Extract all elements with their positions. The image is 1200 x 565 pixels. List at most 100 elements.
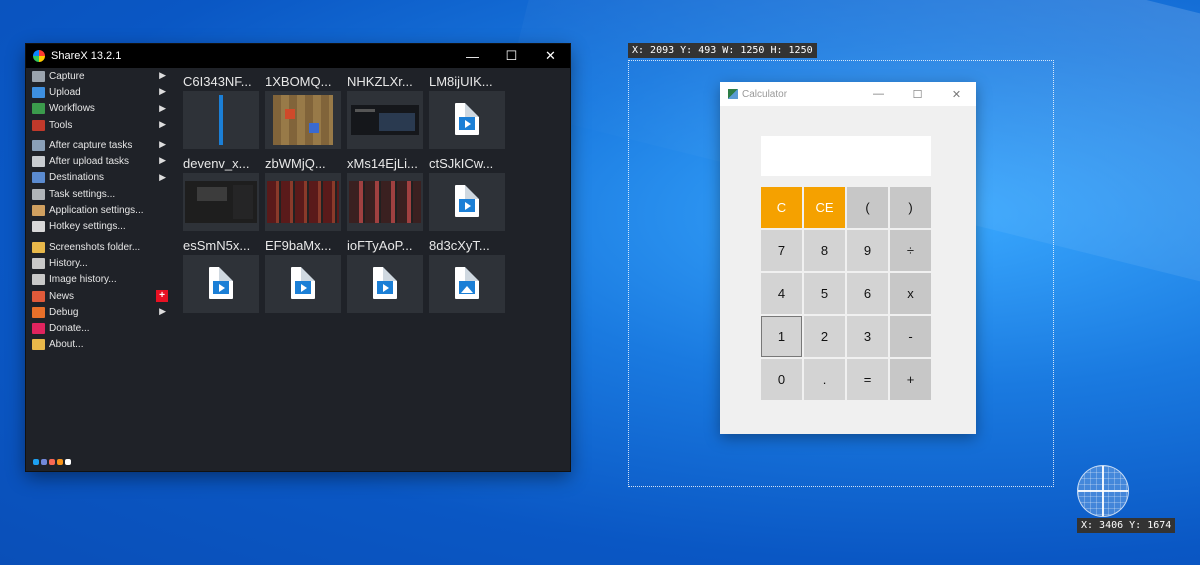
- calculator-window: Calculator — ☐ ✕ C CE() 7 8 9 ÷ 4 5 6 x 1 2 3- 0. = +: [720, 82, 976, 434]
- calc-key[interactable]: ÷: [890, 230, 931, 271]
- calc-key[interactable]: CE: [804, 187, 845, 228]
- calc-key[interactable]: 9: [847, 230, 888, 271]
- maximize-button[interactable]: ☐: [492, 44, 531, 68]
- thumbnail-preview[interactable]: [265, 173, 341, 231]
- workflows-grid-icon: [32, 103, 45, 115]
- thumbnail-preview[interactable]: [347, 255, 423, 313]
- history-thumbnail[interactable]: ioFTyAoP...: [347, 236, 423, 313]
- menu-item-after-upload-tasks[interactable]: After upload tasks ▶: [26, 153, 176, 169]
- history-thumbnail[interactable]: EF9baMx...: [265, 236, 341, 313]
- menu-item-hotkey-settings[interactable]: Hotkey settings...: [26, 219, 176, 235]
- thumbnail-preview[interactable]: [347, 91, 423, 149]
- history-thumbnail[interactable]: LM8ijUIK...: [429, 72, 505, 149]
- calc-key[interactable]: C: [761, 187, 802, 228]
- thumbnail-preview[interactable]: [265, 91, 341, 149]
- menu-item-news[interactable]: News +: [26, 288, 176, 304]
- history-thumbnail[interactable]: devenv_x...: [183, 154, 259, 231]
- calc-key[interactable]: 3: [847, 316, 888, 357]
- patreon-icon[interactable]: [49, 459, 55, 465]
- history-thumbnail[interactable]: 8d3cXyT...: [429, 236, 505, 313]
- twitter-icon[interactable]: [33, 459, 39, 465]
- minimize-button[interactable]: —: [453, 44, 492, 68]
- thumbnail-preview[interactable]: [347, 173, 423, 231]
- menu-item-history[interactable]: History...: [26, 255, 176, 271]
- task-settings-gear-icon: [32, 188, 45, 200]
- menu-item-label: After upload tasks: [49, 156, 130, 168]
- upload-arrow-icon: [32, 86, 45, 98]
- calc-key[interactable]: 6: [847, 273, 888, 314]
- menu-item-screenshots-folder[interactable]: Screenshots folder...: [26, 239, 176, 255]
- calc-minimize-button[interactable]: —: [859, 88, 898, 101]
- history-thumbnail[interactable]: C6I343NF...: [183, 72, 259, 149]
- menu-item-label: Tools: [49, 119, 73, 131]
- menu-item-label: Workflows: [49, 103, 95, 115]
- menu-item-after-capture-tasks[interactable]: After capture tasks ▶: [26, 137, 176, 153]
- close-button[interactable]: ✕: [531, 44, 570, 68]
- thumbnail-filename: 8d3cXyT...: [429, 238, 490, 253]
- menu-item-tools[interactable]: Tools ▶: [26, 117, 176, 133]
- submenu-arrow-icon: ▶: [159, 118, 166, 129]
- sharex-title-bar[interactable]: ShareX 13.2.1 — ☐ ✕: [26, 44, 570, 68]
- history-thumbnail[interactable]: xMs14EjLi...: [347, 154, 423, 231]
- history-thumbnail[interactable]: ctSJkICw...: [429, 154, 505, 231]
- submenu-arrow-icon: ▶: [159, 86, 166, 97]
- calc-key[interactable]: 7: [761, 230, 802, 271]
- thumbnail-preview[interactable]: [429, 255, 505, 313]
- thumbnail-preview[interactable]: [429, 91, 505, 149]
- menu-item-donate[interactable]: Donate...: [26, 320, 176, 336]
- menu-item-workflows[interactable]: Workflows ▶: [26, 101, 176, 117]
- discord-icon[interactable]: [41, 459, 47, 465]
- history-thumbnail[interactable]: 1XBOMQ...: [265, 72, 341, 149]
- after-capture-icon: [32, 139, 45, 151]
- menu-item-image-history[interactable]: Image history...: [26, 272, 176, 288]
- calc-key[interactable]: 2: [804, 316, 845, 357]
- menu-item-capture[interactable]: Capture ▶: [26, 68, 176, 84]
- menu-item-debug[interactable]: Debug ▶: [26, 304, 176, 320]
- menu-item-label: Screenshots folder...: [49, 241, 141, 253]
- calculator-app-icon: [728, 89, 738, 99]
- history-thumbnail[interactable]: zbWMjQ...: [265, 154, 341, 231]
- calc-key[interactable]: x: [890, 273, 931, 314]
- calc-key[interactable]: 1: [761, 316, 802, 357]
- calc-key[interactable]: +: [890, 359, 931, 400]
- menu-item-label: Capture: [49, 70, 85, 82]
- menu-item-application-settings[interactable]: Application settings...: [26, 202, 176, 218]
- calculator-title-bar[interactable]: Calculator — ☐ ✕: [720, 82, 976, 106]
- crown-icon: [32, 339, 45, 351]
- menu-item-about[interactable]: About...: [26, 337, 176, 353]
- thumbnail-preview[interactable]: [429, 173, 505, 231]
- menu-item-upload[interactable]: Upload ▶: [26, 84, 176, 100]
- github-icon[interactable]: [65, 459, 71, 465]
- bitcoin-icon[interactable]: [57, 459, 63, 465]
- megaphone-icon: [32, 290, 45, 302]
- calc-key[interactable]: .: [804, 359, 845, 400]
- history-thumbnail[interactable]: esSmN5x...: [183, 236, 259, 313]
- calc-close-button[interactable]: ✕: [937, 88, 976, 101]
- history-thumbnail[interactable]: NHKZLXr...: [347, 72, 423, 149]
- menu-item-destinations[interactable]: Destinations ▶: [26, 170, 176, 186]
- menu-item-task-settings[interactable]: Task settings...: [26, 186, 176, 202]
- menu-item-label: Hotkey settings...: [49, 221, 126, 233]
- calc-key[interactable]: 0: [761, 359, 802, 400]
- calc-key[interactable]: (: [847, 187, 888, 228]
- calc-key[interactable]: -: [890, 316, 931, 357]
- calc-key[interactable]: 4: [761, 273, 802, 314]
- cloud-icon: [32, 156, 45, 168]
- calc-key[interactable]: ): [890, 187, 931, 228]
- calc-key[interactable]: =: [847, 359, 888, 400]
- thumbnail-preview[interactable]: [183, 91, 259, 149]
- toolbox-icon: [32, 119, 45, 131]
- news-badge: +: [156, 289, 168, 302]
- calc-key[interactable]: 8: [804, 230, 845, 271]
- submenu-arrow-icon: ▶: [159, 139, 166, 150]
- calc-maximize-button[interactable]: ☐: [898, 88, 937, 101]
- thumbnail-preview[interactable]: [265, 255, 341, 313]
- calc-key[interactable]: 5: [804, 273, 845, 314]
- thumbnail-preview[interactable]: [183, 173, 259, 231]
- submenu-arrow-icon: ▶: [159, 155, 166, 166]
- menu-item-label: History...: [49, 257, 88, 269]
- crosshair-magnifier-icon: [1077, 465, 1129, 517]
- submenu-arrow-icon: ▶: [159, 70, 166, 80]
- region-info-label: X: 2093 Y: 493 W: 1250 H: 1250: [628, 43, 817, 58]
- thumbnail-preview[interactable]: [183, 255, 259, 313]
